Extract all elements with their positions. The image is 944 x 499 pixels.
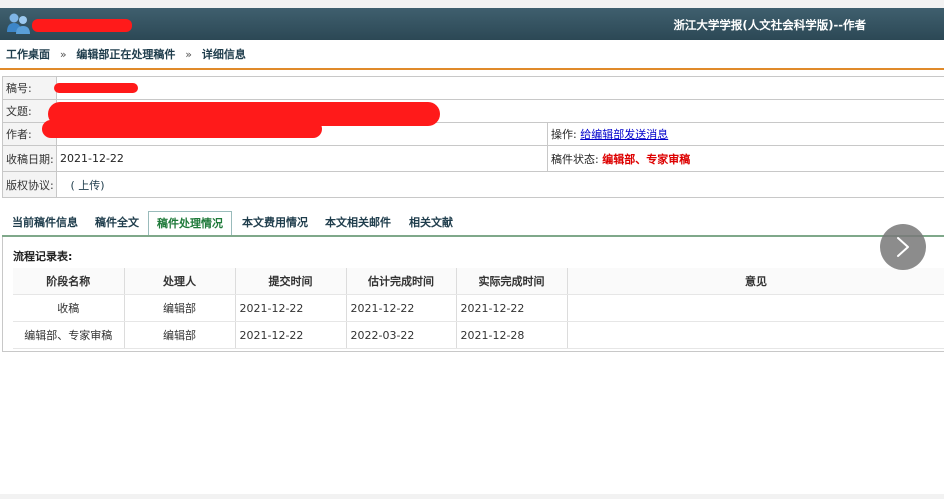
- col-estimated-time: 估计完成时间: [346, 268, 457, 295]
- received-date-value: 2021-12-22: [56, 145, 548, 172]
- tab-current-info[interactable]: 当前稿件信息: [4, 211, 86, 235]
- flow-header-row: 阶段名称 处理人 提交时间 估计完成时间 实际完成时间 意见: [13, 268, 944, 295]
- redaction-id: [54, 83, 138, 93]
- actual-time-cell: 2021-12-28: [456, 321, 568, 349]
- status-cell: 稿件状态: 编辑部、专家审稿: [547, 145, 944, 172]
- col-handler: 处理人: [124, 268, 236, 295]
- flow-table-title: 流程记录表:: [13, 250, 73, 263]
- breadcrumb-workbench[interactable]: 工作桌面: [6, 48, 50, 61]
- app-title: 浙江大学学报(人文社会科学版)--作者: [673, 18, 866, 32]
- received-date-label: 收稿日期:: [2, 145, 57, 172]
- status-label: 稿件状态:: [551, 152, 599, 166]
- top-strip: [0, 0, 944, 8]
- tab-references[interactable]: 相关文献: [401, 211, 461, 235]
- operation-label: 操作:: [551, 128, 577, 141]
- copyright-label: 版权协议:: [2, 171, 57, 198]
- estimated-time-cell: 2022-03-22: [346, 321, 457, 349]
- stage-cell: 编辑部、专家审稿: [13, 321, 125, 349]
- stage-cell: 收稿: [13, 294, 125, 322]
- breadcrumb-separator: »: [185, 48, 192, 61]
- redaction-author: [42, 120, 322, 138]
- processing-panel: 流程记录表: 阶段名称 处理人 提交时间 估计完成时间 实际完成时间 意见 收稿…: [2, 237, 944, 352]
- tab-related-emails[interactable]: 本文相关邮件: [317, 211, 399, 235]
- app-header: 浙江大学学报(人文社会科学版)--作者: [0, 8, 944, 40]
- next-page-button[interactable]: [880, 224, 926, 270]
- submit-time-cell: 2021-12-22: [235, 294, 347, 322]
- detail-tabs: 当前稿件信息 稿件全文 稿件处理情况 本文费用情况 本文相关邮件 相关文献: [2, 211, 944, 237]
- table-row: 编辑部、专家审稿 编辑部 2021-12-22 2022-03-22 2021-…: [13, 321, 944, 349]
- tab-processing-status[interactable]: 稿件处理情况: [148, 211, 232, 237]
- tab-fees[interactable]: 本文费用情况: [234, 211, 316, 235]
- send-message-link[interactable]: 给编辑部发送消息: [580, 128, 668, 141]
- breadcrumb-current: 详细信息: [201, 48, 246, 61]
- opinion-cell: [567, 321, 944, 349]
- actual-time-cell: 2021-12-22: [456, 294, 568, 322]
- col-opinion: 意见: [567, 268, 944, 295]
- info-row-copyright: 版权协议: ( 上传): [2, 171, 944, 198]
- redacted-username: [32, 19, 132, 32]
- table-row: 收稿 编辑部 2021-12-22 2021-12-22 2021-12-22: [13, 294, 944, 322]
- operation-cell: 操作: 给编辑部发送消息: [547, 122, 944, 146]
- status-value: 编辑部、专家审稿: [602, 152, 691, 166]
- copyright-upload-link[interactable]: ( 上传): [71, 179, 105, 192]
- manuscript-id-value: [56, 76, 944, 100]
- flow-record-table: 阶段名称 处理人 提交时间 估计完成时间 实际完成时间 意见 收稿 编辑部 20…: [13, 268, 944, 349]
- info-row-received: 收稿日期: 2021-12-22 稿件状态: 编辑部、专家审稿: [2, 145, 944, 172]
- submit-time-cell: 2021-12-22: [235, 321, 347, 349]
- opinion-cell: [567, 294, 944, 322]
- handler-cell: 编辑部: [124, 321, 236, 349]
- col-actual-time: 实际完成时间: [456, 268, 568, 295]
- chevron-right-icon: [897, 237, 909, 257]
- col-stage: 阶段名称: [13, 268, 125, 295]
- copyright-cell: ( 上传): [56, 171, 944, 198]
- divider: [0, 68, 944, 70]
- info-row-id: 稿号:: [2, 76, 944, 100]
- users-icon: [6, 12, 34, 36]
- bottom-strip: [0, 494, 944, 499]
- tab-full-text[interactable]: 稿件全文: [87, 211, 147, 235]
- manuscript-id-label: 稿号:: [2, 76, 57, 100]
- breadcrumb-processing[interactable]: 编辑部正在处理稿件: [76, 48, 175, 61]
- breadcrumb: 工作桌面 » 编辑部正在处理稿件 » 详细信息: [6, 47, 246, 63]
- estimated-time-cell: 2021-12-22: [346, 294, 457, 322]
- breadcrumb-separator: »: [59, 48, 67, 61]
- handler-cell: 编辑部: [124, 294, 236, 322]
- col-submit-time: 提交时间: [235, 268, 347, 295]
